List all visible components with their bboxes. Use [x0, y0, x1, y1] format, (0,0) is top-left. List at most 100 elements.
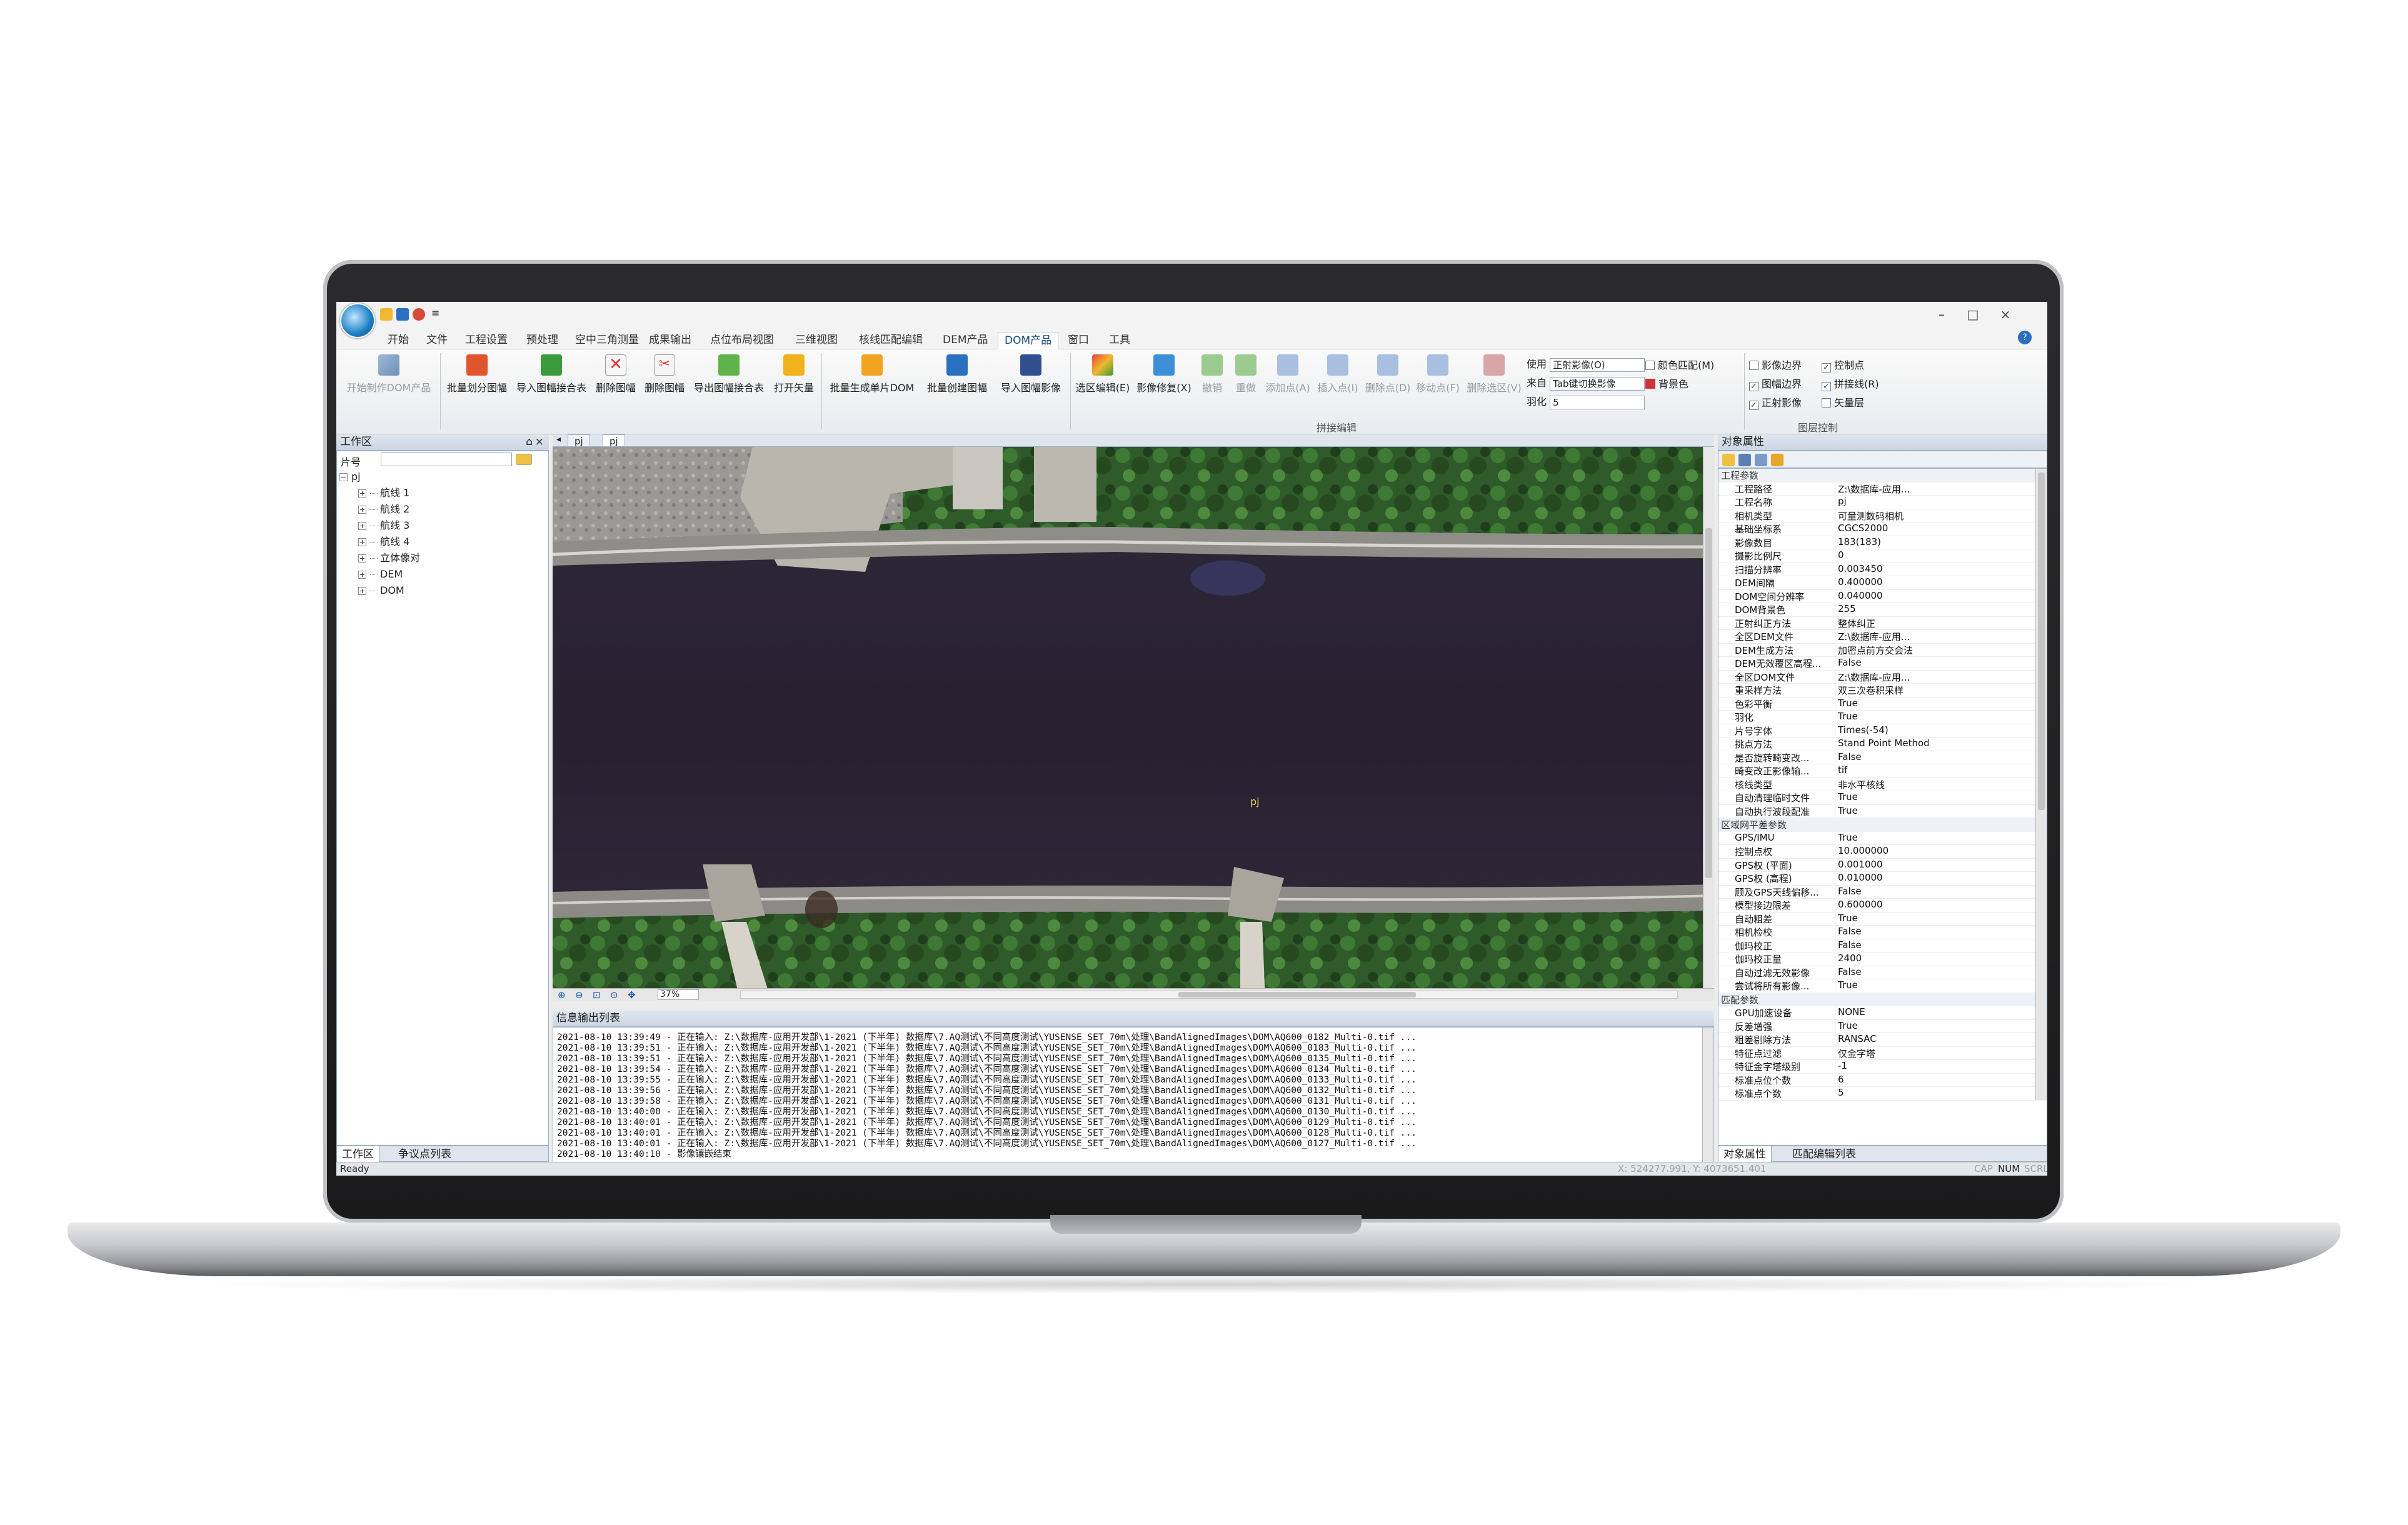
property-value[interactable]: True: [1835, 791, 1929, 802]
batch-single-dom-button[interactable]: 批量生成单片DOM: [825, 354, 919, 404]
from-combo[interactable]: Tab键切换影像: [1550, 376, 1645, 391]
property-row[interactable]: GPS权 (高程) 0.010000: [1718, 872, 2047, 886]
property-value[interactable]: False: [1835, 657, 1929, 668]
expand-icon[interactable]: +: [358, 554, 366, 562]
menu-aerial-triangulation[interactable]: 空中三角测量: [569, 332, 645, 349]
color-match-checkbox[interactable]: [1645, 361, 1655, 370]
image-boundary-checkbox[interactable]: [1749, 361, 1758, 370]
property-row[interactable]: 自动粗差 True: [1718, 912, 2047, 926]
property-row[interactable]: 标准点位个数 6: [1718, 1073, 2047, 1087]
tab-match-edit-list[interactable]: 匹配编辑列表: [1787, 1146, 1861, 1162]
insert-point-button[interactable]: 插入点(I): [1314, 354, 1362, 404]
property-value[interactable]: True: [1835, 697, 1929, 709]
property-row[interactable]: GPU加速设备 NONE: [1718, 1006, 2047, 1020]
property-value[interactable]: False: [1835, 885, 1929, 897]
batch-create-sheets-button[interactable]: 批量创建图幅: [921, 354, 993, 404]
batch-split-sheets-button[interactable]: 批量划分图幅: [444, 354, 510, 404]
property-row[interactable]: 工程路径 Z:\数据库-应用...: [1718, 482, 2047, 496]
events-icon[interactable]: [1771, 454, 1783, 466]
property-value[interactable]: 6: [1835, 1073, 1929, 1085]
property-value[interactable]: False: [1835, 966, 1929, 978]
properties-icon[interactable]: [1755, 454, 1767, 466]
property-value[interactable]: RANSAC: [1835, 1033, 1929, 1044]
property-row[interactable]: DEM生成方法 加密点前方交会法: [1718, 643, 2047, 657]
menu-file[interactable]: 文件: [420, 332, 454, 349]
color-match-check[interactable]: 颜色匹配(M): [1645, 357, 1714, 372]
property-value[interactable]: 0.001000: [1835, 858, 1929, 870]
property-value[interactable]: 183(183): [1835, 536, 1929, 548]
props-scrollbar[interactable]: [2035, 469, 2047, 1100]
delete-point-button[interactable]: 删除点(D): [1364, 354, 1412, 404]
maximize-button[interactable]: □: [1960, 306, 1985, 323]
ortho-image-view[interactable]: pj ⊕ ⊖ ⊡ ⊙ ✥ 37%: [553, 447, 1714, 1001]
workspace-close-icon[interactable]: ×: [535, 434, 544, 449]
collapse-icon[interactable]: −: [339, 473, 348, 481]
property-value[interactable]: -1: [1835, 1060, 1929, 1071]
ortho-image-checkbox[interactable]: ✓: [1749, 401, 1758, 410]
property-value[interactable]: CGCS2000: [1835, 522, 1929, 534]
doc-tab-1[interactable]: pj: [568, 434, 590, 447]
expand-icon[interactable]: +: [358, 587, 366, 595]
start-dom-button[interactable]: 开始制作DOM产品: [341, 354, 436, 404]
property-row[interactable]: DOM空间分辨率 0.040000: [1718, 589, 2047, 603]
menu-tools[interactable]: 工具: [1103, 332, 1136, 349]
add-point-button[interactable]: 添加点(A): [1264, 354, 1312, 404]
property-value[interactable]: True: [1835, 804, 1929, 816]
property-value[interactable]: pj: [1835, 496, 1929, 507]
doc-tab-2[interactable]: pj: [603, 434, 625, 447]
property-row[interactable]: 特征点过滤 仅金字塔: [1718, 1046, 2047, 1060]
property-value[interactable]: tif: [1835, 764, 1929, 776]
property-row[interactable]: 自动过滤无效影像 False: [1718, 966, 2047, 979]
log-scrollbar[interactable]: [1702, 1028, 1713, 1164]
property-row[interactable]: 扫描分辨率 0.003450: [1718, 562, 2047, 576]
property-row[interactable]: 是否旋转畸变改... False: [1718, 751, 2047, 764]
property-row[interactable]: 粗差剔除方法 RANSAC: [1718, 1033, 2047, 1047]
property-row[interactable]: 特征金字塔级别 -1: [1718, 1060, 2047, 1074]
property-row[interactable]: 重采样方法 双三次卷积采样: [1718, 684, 2047, 698]
property-row[interactable]: 影像数目 183(183): [1718, 536, 2047, 549]
tree-item-dom[interactable]: + DOM: [358, 582, 404, 599]
bg-color-button[interactable]: 背景色: [1645, 376, 1688, 391]
use-combo[interactable]: 正射影像(O): [1550, 358, 1645, 372]
property-section[interactable]: 工程参数: [1718, 469, 2047, 482]
sort-alpha-icon[interactable]: [1738, 454, 1751, 466]
menu-preprocess[interactable]: 预处理: [520, 332, 564, 349]
property-value[interactable]: 非水平核线: [1835, 778, 1929, 791]
close-button[interactable]: ×: [1993, 306, 2018, 323]
property-row[interactable]: 自动清理临时文件 True: [1718, 791, 2047, 805]
tree-item-route-3[interactable]: + 航线 3: [358, 518, 409, 534]
property-value[interactable]: 0.010000: [1835, 872, 1929, 883]
property-row[interactable]: 尝试将所有影像... True: [1718, 979, 2047, 993]
property-value[interactable]: True: [1835, 1019, 1929, 1031]
expand-icon[interactable]: +: [358, 538, 366, 546]
property-value[interactable]: NONE: [1835, 1006, 1929, 1018]
menu-dom[interactable]: DOM产品: [998, 332, 1059, 349]
property-row[interactable]: 相机检校 False: [1718, 926, 2047, 939]
tab-object-properties[interactable]: 对象属性: [1718, 1146, 1772, 1162]
menu-start[interactable]: 开始: [381, 332, 415, 349]
tree-item-route-4[interactable]: + 航线 4: [358, 534, 409, 550]
property-value[interactable]: 0.400000: [1835, 576, 1929, 588]
menu-3d-view[interactable]: 三维视图: [789, 332, 844, 349]
move-point-button[interactable]: 移动点(F): [1414, 354, 1462, 404]
open-vector-button[interactable]: 打开矢量: [770, 354, 818, 404]
property-value[interactable]: 仅金字塔: [1835, 1046, 1929, 1060]
vector-layer-checkbox[interactable]: [1822, 398, 1831, 408]
app-logo-icon[interactable]: [340, 303, 375, 338]
property-row[interactable]: 全区DOM文件 Z:\数据库-应用...: [1718, 670, 2047, 684]
vertical-scrollbar[interactable]: [1703, 447, 1714, 989]
vertical-scroll-thumb[interactable]: [1705, 528, 1712, 878]
quick-access-menu-icon[interactable]: ≡: [431, 307, 439, 319]
save-icon[interactable]: [396, 308, 409, 321]
expand-icon[interactable]: +: [358, 571, 366, 579]
property-row[interactable]: 羽化 True: [1718, 711, 2047, 724]
minimize-button[interactable]: –: [1929, 306, 1954, 323]
tree-item-dem[interactable]: + DEM: [358, 566, 403, 582]
layer-check-3[interactable]: ✓ 拼接线(R): [1822, 376, 1879, 391]
menu-epipolar-edit[interactable]: 核线匹配编辑: [853, 332, 929, 349]
zoom-in-icon[interactable]: ⊕: [558, 989, 566, 1001]
control-point-checkbox[interactable]: ✓: [1822, 363, 1831, 372]
feather-input[interactable]: 5: [1550, 395, 1645, 409]
image-repair-button[interactable]: 影像修复(X): [1134, 354, 1194, 404]
pin-icon[interactable]: ⌂: [526, 434, 533, 449]
